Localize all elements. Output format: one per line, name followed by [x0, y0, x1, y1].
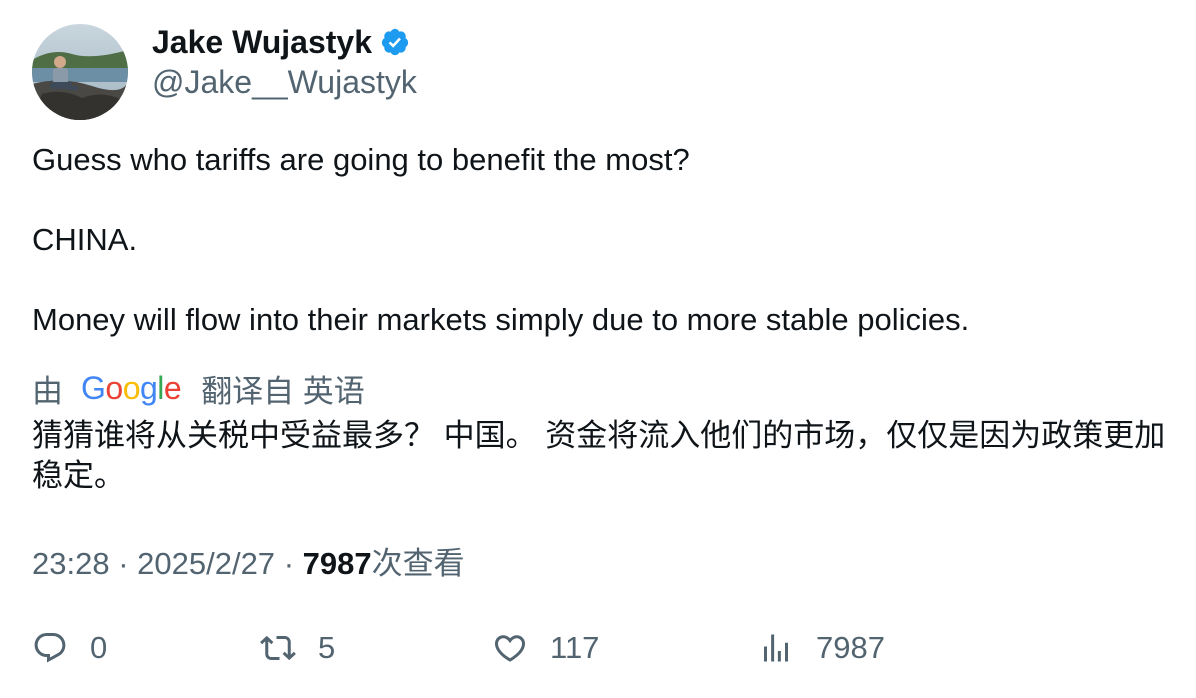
google-logo: Google [81, 369, 182, 407]
analytics-button[interactable]: 7987 [758, 630, 885, 666]
google-logo-letter: l [157, 369, 164, 406]
views-action-count: 7987 [816, 630, 885, 665]
tweet-line: Guess who tariffs are going to benefit t… [32, 142, 690, 177]
author-name[interactable]: Jake Wujastyk [152, 22, 372, 62]
like-button[interactable]: 117 [492, 630, 599, 666]
analytics-icon [764, 634, 788, 662]
tweet-line: CHINA. [32, 222, 138, 257]
google-logo-letter: g [139, 369, 158, 406]
verified-badge-icon [380, 27, 410, 57]
like-count: 117 [550, 630, 600, 665]
avatar[interactable] [32, 24, 128, 120]
google-logo-letter: e [163, 369, 182, 406]
reply-button[interactable]: 0 [32, 630, 107, 666]
reply-icon [34, 633, 66, 663]
views-count: 7987 [302, 546, 372, 581]
translated-from-label: 翻译自 英语 [201, 373, 365, 409]
translated-text: 猜猜谁将从关税中受益最多？ 中国。 资金将流入他们的市场，仅仅是因为政策更加稳定… [32, 418, 1166, 493]
action-bar: 0 5 117 7987 [32, 630, 1172, 674]
tweet-text: Guess who tariffs are going to benefit t… [32, 140, 1172, 340]
author-row: Jake Wujastyk [152, 22, 410, 62]
retweet-count: 5 [318, 630, 336, 665]
heart-icon [494, 635, 526, 662]
retweet-icon [260, 635, 296, 661]
google-logo-letter: o [122, 369, 141, 406]
author-handle[interactable]: @Jake__Wujastyk [152, 62, 417, 102]
tweet-date[interactable]: 2025/2/27 [137, 546, 275, 581]
google-logo-letter: o [105, 369, 123, 406]
translation-attribution: 由 Google 翻译自 英语 [32, 366, 365, 410]
retweet-button[interactable]: 5 [260, 630, 335, 666]
google-logo-letter: G [81, 369, 106, 406]
tweet-time[interactable]: 23:28 [32, 546, 110, 581]
reply-count: 0 [90, 630, 108, 665]
views-label: 次查看 [371, 546, 465, 581]
tweet-meta: 23:28 · 2025/2/27 · 7987次查看 [32, 546, 465, 581]
translated-by-label: 由 [32, 373, 63, 409]
tweet-line: Money will flow into their markets simpl… [32, 302, 970, 337]
